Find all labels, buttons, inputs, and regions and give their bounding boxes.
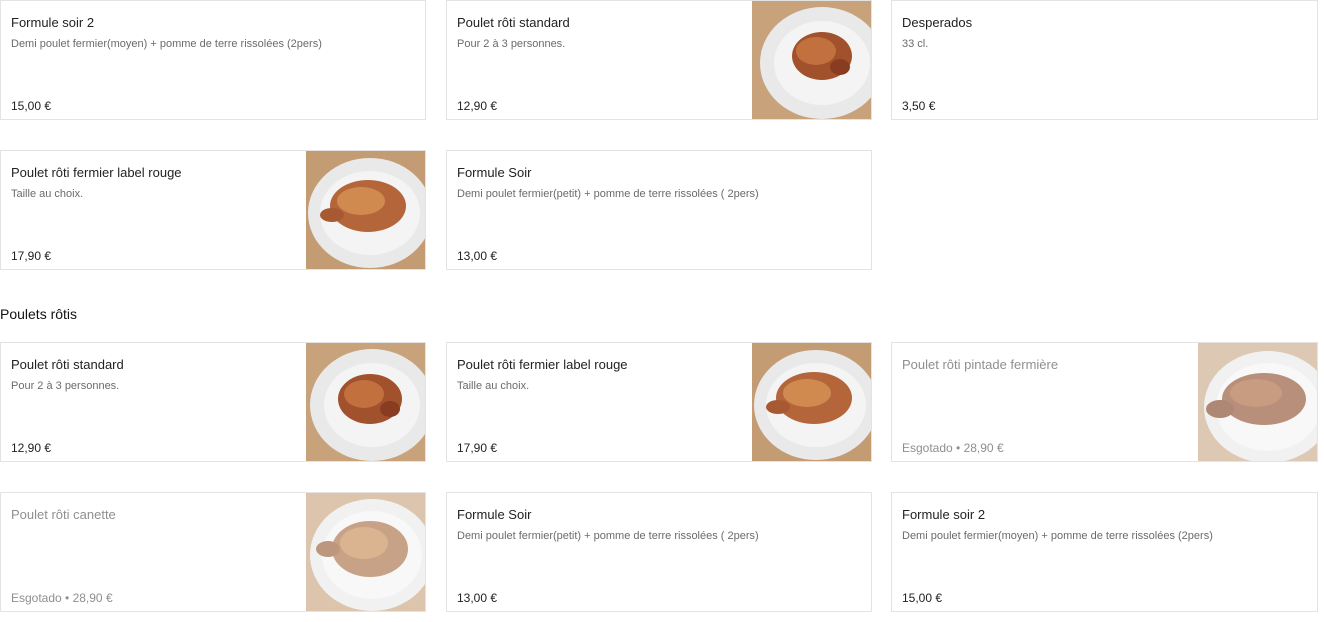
- menu-item-description: Taille au choix.: [11, 188, 84, 200]
- menu-item-title: Poulet rôti fermier label rouge: [457, 357, 628, 372]
- menu-item-title: Poulet rôti standard: [11, 357, 124, 372]
- menu-item-description: Pour 2 à 3 personnes.: [11, 380, 120, 392]
- menu-item-description: Taille au choix.: [457, 380, 530, 392]
- roast-chicken-thumbnail: [752, 343, 871, 461]
- menu-item-price: 13,00 €: [457, 249, 498, 263]
- menu-item-title: Poulet rôti canette: [11, 507, 116, 522]
- roast-duck-thumbnail: [306, 493, 425, 611]
- menu-item-title: Formule Soir: [457, 165, 532, 180]
- menu-item-description: Pour 2 à 3 personnes.: [457, 38, 566, 50]
- menu-item-title: Formule Soir: [457, 507, 532, 522]
- menu-item-card-sold-out[interactable]: Poulet rôti canette Esgotado • 28,90 €: [0, 492, 426, 612]
- menu-item-description: Demi poulet fermier(moyen) + pomme de te…: [902, 530, 1213, 542]
- menu-item-card[interactable]: Formule soir 2 Demi poulet fermier(moyen…: [891, 492, 1318, 612]
- menu-item-card[interactable]: Formule Soir Demi poulet fermier(petit) …: [446, 492, 872, 612]
- menu-item-card[interactable]: Poulet rôti standard Pour 2 à 3 personne…: [0, 342, 426, 462]
- menu-item-description: Demi poulet fermier(moyen) + pomme de te…: [11, 38, 322, 50]
- menu-item-title: Desperados: [902, 15, 973, 30]
- menu-item-price: 12,90 €: [11, 441, 52, 455]
- menu-item-description: Demi poulet fermier(petit) + pomme de te…: [457, 530, 759, 542]
- menu-item-title: Poulet rôti pintade fermière: [902, 357, 1059, 372]
- roast-chicken-thumbnail: [752, 1, 871, 119]
- menu-item-description: Demi poulet fermier(petit) + pomme de te…: [457, 188, 759, 200]
- menu-item-title: Formule soir 2: [11, 15, 95, 30]
- menu-item-title: Poulet rôti standard: [457, 15, 570, 30]
- menu-item-card[interactable]: Poulet rôti fermier label rouge Taille a…: [446, 342, 872, 462]
- menu-item-card[interactable]: Poulet rôti fermier label rouge Taille a…: [0, 150, 426, 270]
- menu-item-card-sold-out[interactable]: Poulet rôti pintade fermière Esgotado • …: [891, 342, 1318, 462]
- menu-item-price: 12,90 €: [457, 99, 498, 113]
- menu-item-card[interactable]: Desperados 33 cl. 3,50 €: [891, 0, 1318, 120]
- menu-item-title: Poulet rôti fermier label rouge: [11, 165, 182, 180]
- menu-item-price: 15,00 €: [902, 591, 943, 605]
- menu-item-price: 3,50 €: [902, 99, 936, 113]
- menu-item-title: Formule soir 2: [902, 507, 986, 522]
- roast-chicken-thumbnail: [306, 343, 425, 461]
- menu-item-price: 15,00 €: [11, 99, 52, 113]
- roast-chicken-thumbnail: [306, 151, 425, 269]
- menu-item-card[interactable]: Formule soir 2 Demi poulet fermier(moyen…: [0, 0, 426, 120]
- menu-item-price: 13,00 €: [457, 591, 498, 605]
- menu-item-price-sold-out: Esgotado • 28,90 €: [11, 591, 113, 605]
- menu-item-description: 33 cl.: [902, 38, 929, 50]
- menu-item-card[interactable]: Poulet rôti standard Pour 2 à 3 personne…: [446, 0, 872, 120]
- menu-item-card[interactable]: Formule Soir Demi poulet fermier(petit) …: [446, 150, 872, 270]
- menu-item-price-sold-out: Esgotado • 28,90 €: [902, 441, 1004, 455]
- section-heading: Poulets rôtis: [0, 306, 78, 322]
- roast-guinea-fowl-thumbnail: [1198, 343, 1317, 461]
- menu-item-price: 17,90 €: [11, 249, 52, 263]
- menu-item-price: 17,90 €: [457, 441, 498, 455]
